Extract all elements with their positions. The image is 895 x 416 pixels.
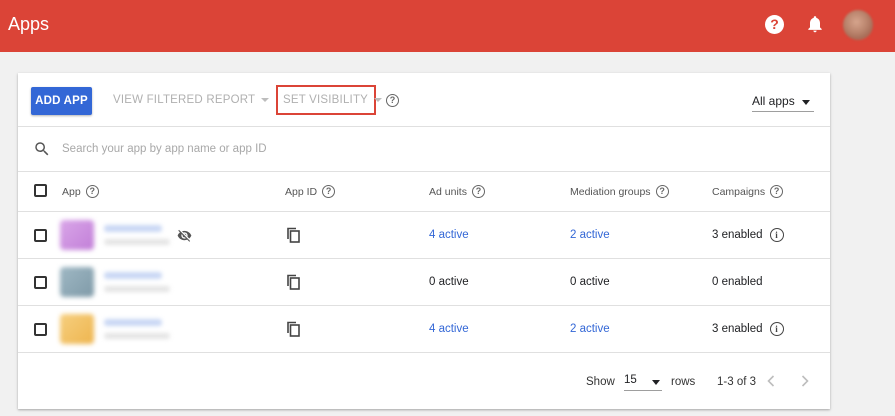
help-icon[interactable]: ? <box>471 185 485 198</box>
row-checkbox[interactable] <box>34 276 47 289</box>
rows-per-page-value: 15 <box>624 374 637 386</box>
mediation-groups-link[interactable]: 2 active <box>570 229 610 241</box>
app-filter-value: All apps <box>752 94 795 108</box>
help-icon[interactable]: ? <box>765 15 784 34</box>
set-visibility-label: SET VISIBILITY <box>283 94 369 106</box>
column-header-label: App <box>62 185 81 198</box>
copy-icon[interactable] <box>286 321 300 337</box>
dropdown-arrow-icon <box>802 100 810 105</box>
app-name-redacted[interactable] <box>104 272 162 279</box>
apps-card: ADD APP VIEW FILTERED REPORT SET VISIBIL… <box>18 73 830 409</box>
pagination-range: 1-3 of 3 <box>717 376 756 388</box>
app-name-redacted[interactable] <box>104 225 162 232</box>
row-checkbox[interactable] <box>34 229 47 242</box>
dropdown-arrow-icon <box>652 380 660 385</box>
notifications-bell-icon[interactable] <box>805 14 825 34</box>
app-name-redacted[interactable] <box>104 319 162 326</box>
chevron-right-icon[interactable] <box>800 375 810 387</box>
column-header-ad-units[interactable]: Ad units ? <box>429 185 485 198</box>
mediation-groups-link[interactable]: 2 active <box>570 323 610 335</box>
app-bar: Apps ? <box>0 0 895 52</box>
column-header-label: Ad units <box>429 185 467 198</box>
help-icon[interactable]: ? <box>655 185 669 198</box>
set-visibility-button[interactable]: SET VISIBILITY <box>276 85 383 115</box>
column-header-mediation-groups[interactable]: Mediation groups ? <box>570 185 669 198</box>
column-header-label: App ID <box>285 185 318 198</box>
chevron-left-icon[interactable] <box>766 375 776 387</box>
campaigns-value: 0 enabled <box>712 276 763 288</box>
info-icon[interactable]: i <box>769 322 784 336</box>
app-store-id-redacted <box>104 239 170 245</box>
rows-per-page-select[interactable]: 15 <box>624 374 662 391</box>
ad-units-link[interactable]: 4 active <box>429 229 469 241</box>
info-icon[interactable]: i <box>769 228 784 242</box>
set-visibility-help-icon[interactable]: ? <box>386 94 399 107</box>
app-store-id-redacted <box>104 286 170 292</box>
chevron-down-icon <box>374 97 383 102</box>
app-filter-select[interactable]: All apps <box>752 94 814 112</box>
help-icon[interactable]: ? <box>770 185 784 198</box>
app-icon <box>60 314 94 344</box>
app-icon <box>60 267 94 297</box>
view-filtered-report-label: VIEW FILTERED REPORT <box>113 94 256 106</box>
column-header-app-id[interactable]: App ID ? <box>285 185 336 198</box>
view-filtered-report-button[interactable]: VIEW FILTERED REPORT <box>113 94 270 106</box>
help-icon[interactable]: ? <box>322 185 336 198</box>
visibility-off-icon <box>177 229 192 242</box>
ad-units-value: 0 active <box>429 276 469 288</box>
divider <box>18 352 830 353</box>
mediation-groups-value: 0 active <box>570 276 610 288</box>
campaigns-status: 3 enabled i <box>712 228 784 242</box>
help-icon[interactable]: ? <box>85 185 99 198</box>
page-title: Apps <box>8 14 50 34</box>
search-input[interactable] <box>62 141 662 157</box>
select-all-checkbox[interactable] <box>34 184 47 197</box>
divider <box>18 126 830 127</box>
column-header-app[interactable]: App ? <box>62 185 99 198</box>
column-header-campaigns[interactable]: Campaigns ? <box>712 185 784 198</box>
rows-per-page-label: Show <box>586 376 615 388</box>
ad-units-link[interactable]: 4 active <box>429 323 469 335</box>
divider <box>18 211 830 212</box>
app-icon <box>60 220 94 250</box>
divider <box>18 258 830 259</box>
column-header-label: Campaigns <box>712 185 766 198</box>
campaigns-status: 3 enabled i <box>712 322 784 336</box>
copy-icon[interactable] <box>286 274 300 290</box>
campaigns-value: 3 enabled <box>712 323 763 336</box>
account-avatar[interactable] <box>843 10 873 40</box>
row-checkbox[interactable] <box>34 323 47 336</box>
copy-icon[interactable] <box>286 227 300 243</box>
search-icon <box>35 142 49 156</box>
campaigns-value: 3 enabled <box>712 229 763 242</box>
divider <box>18 305 830 306</box>
divider <box>18 171 830 172</box>
app-store-id-redacted <box>104 333 170 339</box>
rows-label: rows <box>671 376 696 388</box>
chevron-down-icon <box>261 97 270 102</box>
column-header-label: Mediation groups <box>570 185 651 198</box>
add-app-button[interactable]: ADD APP <box>31 87 92 115</box>
